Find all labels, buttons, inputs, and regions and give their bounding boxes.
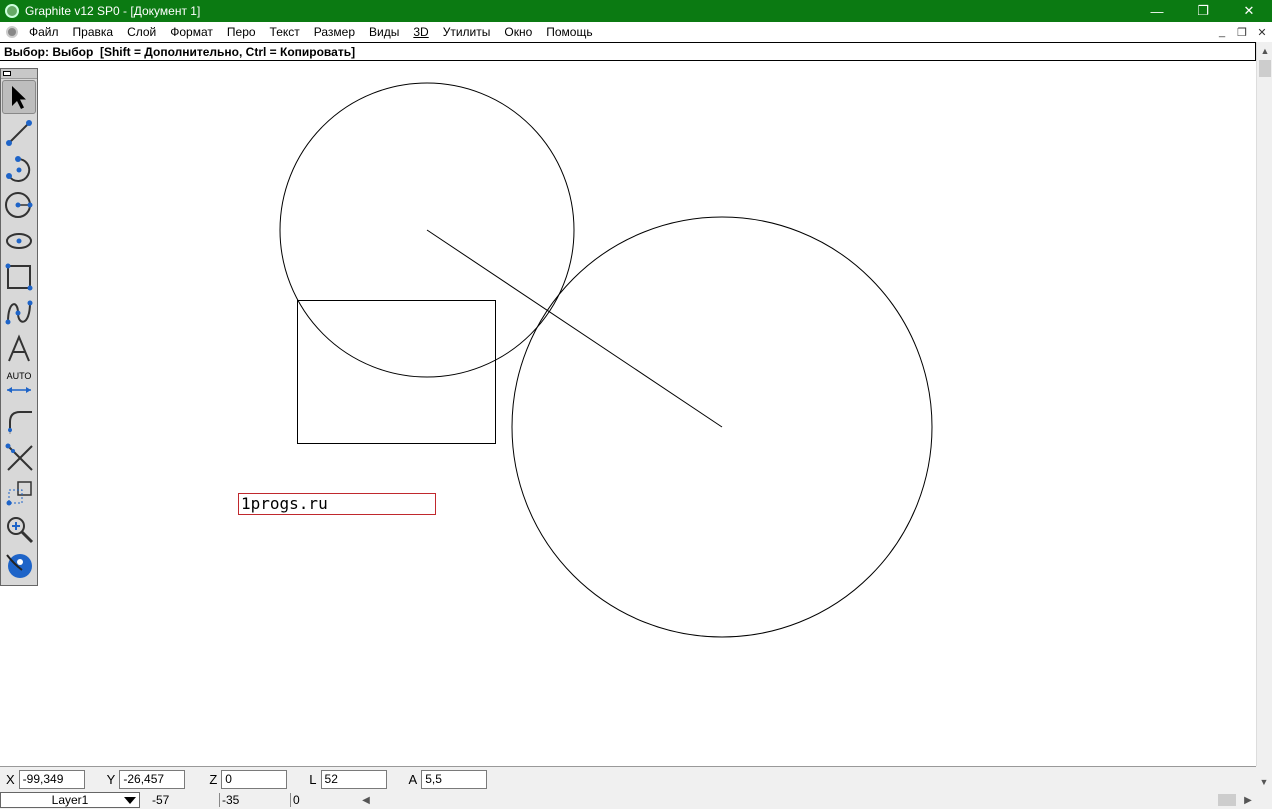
a-label: A (408, 771, 418, 787)
drawing-svg (279, 82, 933, 638)
menu-edit[interactable]: Правка (66, 25, 121, 39)
zoom-tool[interactable] (1, 511, 37, 547)
vertical-scrollbar[interactable]: ▲ (1256, 42, 1272, 766)
menu-format[interactable]: Формат (163, 25, 220, 39)
text-tool[interactable] (1, 331, 37, 367)
window-title: Graphite v12 SP0 - [Документ 1] (25, 4, 201, 18)
drawn-text-label: 1progs.ru (241, 494, 328, 513)
drawn-text-object[interactable]: 1progs.ru (238, 493, 436, 515)
spline-icon (5, 300, 33, 325)
arc-icon (6, 156, 31, 182)
menu-file[interactable]: Файл (22, 25, 66, 39)
app-icon (5, 4, 19, 18)
prompt-bar: Выбор: Выбор [Shift = Дополнительно, Ctr… (0, 42, 1256, 61)
prompt-text: Выбор: Выбор [Shift = Дополнительно, Ctr… (4, 44, 356, 59)
menu-dimension[interactable]: Размер (307, 25, 362, 39)
z-value: 0 (225, 772, 232, 786)
toolbox-collapse-icon[interactable] (3, 71, 11, 76)
doc-close-button[interactable]: ✕ (1253, 23, 1271, 41)
zoom-magnifier-icon (7, 517, 34, 544)
menu-layer[interactable]: Слой (120, 25, 163, 39)
text-a-icon (8, 334, 30, 362)
menu-window[interactable]: Окно (497, 25, 539, 39)
maximize-button[interactable]: ❐ (1180, 0, 1226, 22)
rectangle-icon (5, 263, 33, 291)
minimize-button[interactable]: — (1134, 0, 1180, 22)
scroll-up-icon[interactable]: ▲ (1257, 42, 1272, 59)
dropdown-arrow-icon[interactable] (124, 797, 136, 804)
fillet-icon (8, 411, 32, 434)
document-icon[interactable] (6, 26, 18, 38)
drawing-canvas[interactable] (0, 62, 1256, 766)
y-coordinate-field[interactable]: -26,457 (119, 769, 186, 789)
menu-3d[interactable]: 3D (406, 25, 435, 39)
y-value: -26,457 (123, 772, 165, 786)
rectangle-tool[interactable] (1, 259, 37, 295)
doc-restore-button[interactable]: ❐ (1233, 23, 1251, 41)
trim-icon (5, 443, 33, 471)
menu-text[interactable]: Текст (263, 25, 307, 39)
spline-tool[interactable] (1, 295, 37, 331)
x-coordinate-field[interactable]: -99,349 (18, 769, 85, 789)
layer-value-3: 0 (290, 793, 300, 807)
doc-minimize-button[interactable]: _ (1213, 23, 1231, 41)
edit-points-icon (6, 481, 32, 506)
l-value: 52 (324, 772, 338, 786)
fillet-tool[interactable] (1, 403, 37, 439)
scroll-right-icon[interactable]: ▶ (1240, 791, 1256, 809)
coordinate-bar: X -99,349 Y -26,457 Z 0 L 52 A 5,5 (0, 766, 1256, 791)
view-globe-icon (6, 554, 32, 578)
x-label: X (6, 771, 15, 787)
arc-tool[interactable] (1, 151, 37, 187)
menu-help[interactable]: Помощь (539, 25, 599, 39)
toolbox-grip[interactable] (1, 69, 37, 79)
y-label: Y (106, 771, 116, 787)
layer-value-1: -57 (152, 793, 170, 807)
scroll-thumb[interactable] (1259, 60, 1271, 77)
a-value: 5,5 (425, 772, 442, 786)
layer-name: Layer1 (51, 793, 89, 807)
angle-field[interactable]: 5,5 (421, 769, 488, 789)
select-tool[interactable] (2, 80, 36, 114)
edit-tool[interactable] (1, 475, 37, 511)
layer-bar: Layer1 -57 -35 0 ◀ ▶ (0, 791, 1272, 809)
menu-utilities[interactable]: Утилиты (436, 25, 498, 39)
auto-dimension-tool[interactable]: AUTO (1, 367, 37, 403)
layer-value-2: -35 (219, 793, 239, 807)
auto-label: AUTO (6, 371, 32, 381)
ellipse-tool[interactable] (1, 223, 37, 259)
close-button[interactable]: ✕ (1226, 0, 1272, 22)
view-tool[interactable] (1, 547, 37, 583)
horizontal-scrollbar[interactable]: ◀ ▶ (358, 791, 1256, 809)
toolbox: AUTO (0, 68, 38, 586)
scroll-left-icon[interactable]: ◀ (358, 791, 374, 809)
x-value: -99,349 (22, 772, 64, 786)
menu-views[interactable]: Виды (362, 25, 406, 39)
arrow-cursor-icon (12, 86, 26, 109)
length-field[interactable]: 52 (320, 769, 387, 789)
trim-tool[interactable] (1, 439, 37, 475)
scroll-corner: ▼ (1256, 766, 1272, 809)
title-bar: Graphite v12 SP0 - [Документ 1] — ❐ ✕ (0, 0, 1272, 22)
z-label: Z (209, 771, 218, 787)
scroll-down-icon[interactable]: ▼ (1256, 774, 1272, 790)
center-line[interactable] (426, 229, 723, 428)
line-icon (6, 120, 32, 146)
layer-dropdown[interactable]: Layer1 (0, 792, 140, 808)
hscroll-thumb[interactable] (1218, 794, 1236, 806)
ellipse-icon (6, 233, 32, 249)
menu-pen[interactable]: Перо (220, 25, 263, 39)
circle-icon (5, 192, 33, 218)
line-tool[interactable] (1, 115, 37, 151)
circle-tool[interactable] (1, 187, 37, 223)
l-label: L (309, 771, 317, 787)
menu-bar: Файл Правка Слой Формат Перо Текст Разме… (0, 22, 1272, 42)
z-coordinate-field[interactable]: 0 (221, 769, 288, 789)
